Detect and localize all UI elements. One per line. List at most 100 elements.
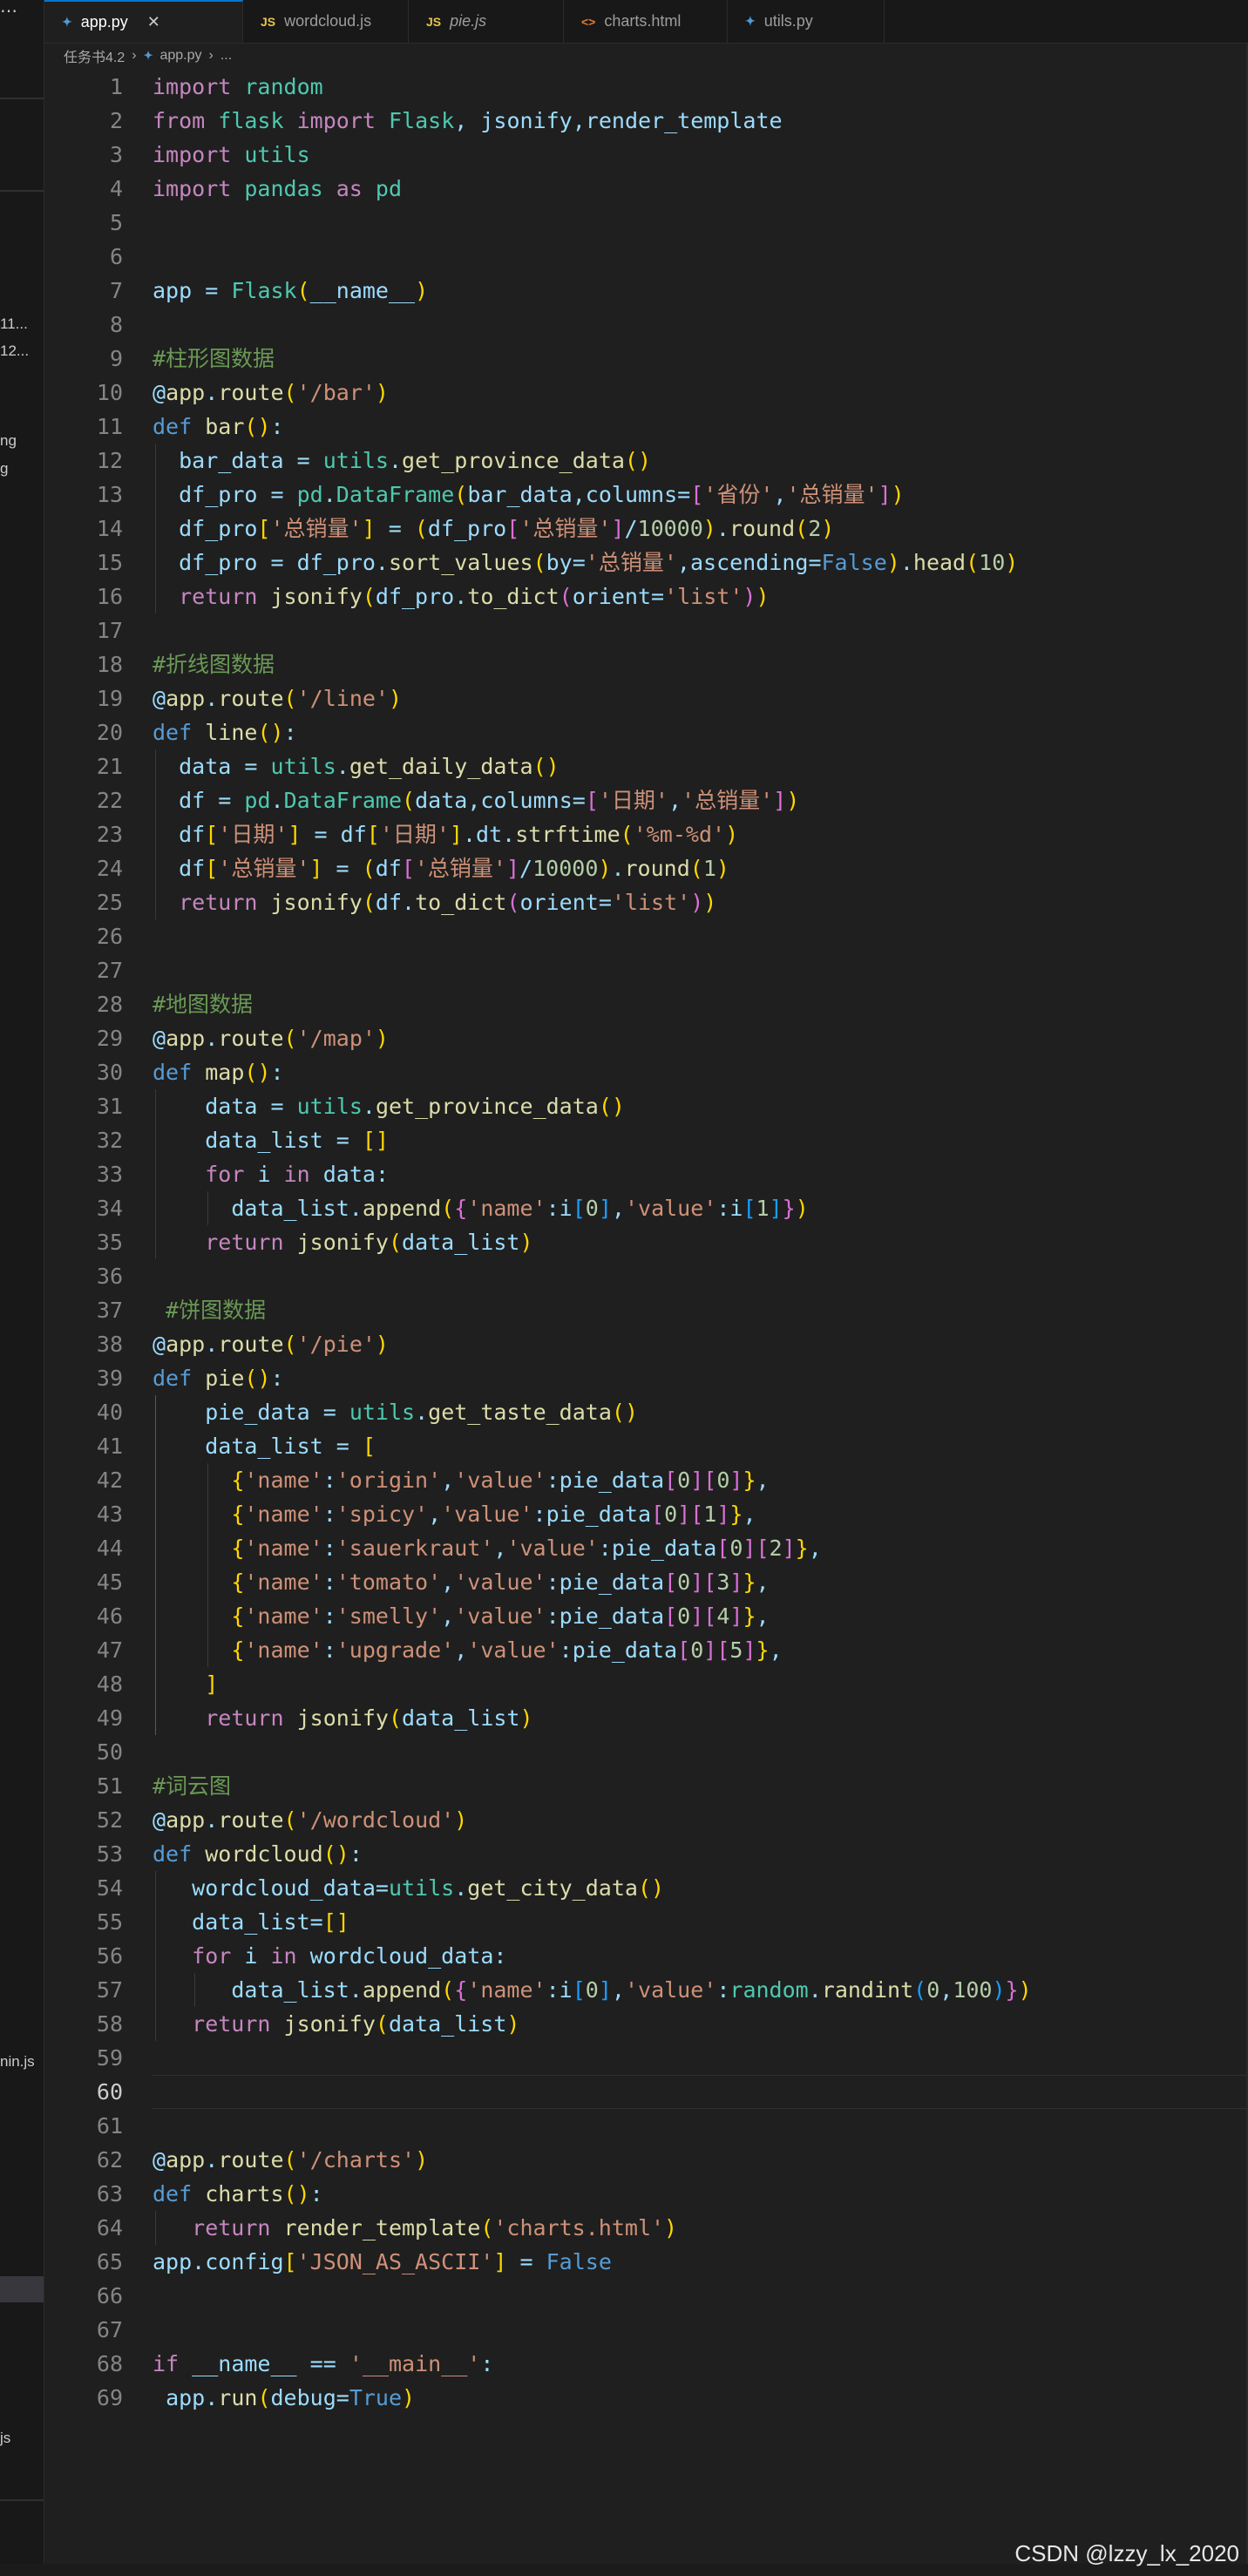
tab-app-py[interactable]: ✦ app.py ✕ bbox=[44, 0, 243, 43]
line-number: 18 bbox=[96, 652, 123, 677]
code-line[interactable]: #折线图数据 bbox=[153, 647, 275, 681]
code-line[interactable]: ] bbox=[153, 1667, 218, 1701]
close-icon[interactable]: ✕ bbox=[147, 13, 160, 31]
code-line[interactable]: def pie(): bbox=[153, 1361, 284, 1395]
line-number: 57 bbox=[96, 1977, 123, 2003]
sidebar-item[interactable]: ng bbox=[0, 432, 17, 450]
code-line[interactable]: data_list=[] bbox=[153, 1905, 349, 1939]
code-line[interactable]: import random bbox=[153, 70, 323, 104]
code-line[interactable]: {'name':'spicy','value':pie_data[0][1]}, bbox=[153, 1497, 756, 1531]
line-number: 62 bbox=[96, 2147, 123, 2173]
tab-pie-js[interactable]: JS pie.js bbox=[409, 0, 564, 43]
code-line[interactable]: df['总销量'] = (df['总销量']/10000).round(1) bbox=[153, 851, 729, 885]
code-line[interactable]: bar_data = utils.get_province_data() bbox=[153, 444, 651, 478]
line-number: 56 bbox=[96, 1943, 123, 1969]
code-line[interactable]: {'name':'smelly','value':pie_data[0][4]}… bbox=[153, 1599, 769, 1633]
code-line[interactable]: data = utils.get_province_data() bbox=[153, 1089, 625, 1123]
breadcrumb-folder[interactable]: 任务书4.2 bbox=[64, 45, 125, 66]
code-line[interactable]: wordcloud_data=utils.get_city_data() bbox=[153, 1871, 664, 1905]
line-number: 46 bbox=[96, 1603, 123, 1629]
code-line[interactable]: def bar(): bbox=[153, 410, 284, 444]
tab-wordcloud-js[interactable]: JS wordcloud.js bbox=[243, 0, 409, 43]
code-line[interactable]: df['日期'] = df['日期'].dt.strftime('%m-%d') bbox=[153, 817, 738, 851]
line-number: 36 bbox=[96, 1264, 123, 1289]
code-line[interactable]: data_list = [] bbox=[153, 1123, 389, 1157]
code-line[interactable]: #饼图数据 bbox=[153, 1293, 266, 1327]
code-line[interactable]: @app.route('/line') bbox=[153, 681, 402, 715]
code-line[interactable]: df_pro = df_pro.sort_values(by='总销量',asc… bbox=[153, 546, 1018, 580]
code-line[interactable]: @app.route('/charts') bbox=[153, 2143, 428, 2177]
code-line[interactable]: import pandas as pd bbox=[153, 172, 402, 206]
code-line[interactable]: import utils bbox=[153, 138, 310, 172]
code-line[interactable]: {'name':'sauerkraut','value':pie_data[0]… bbox=[153, 1531, 821, 1565]
line-number: 16 bbox=[96, 584, 123, 609]
line-number: 34 bbox=[96, 1196, 123, 1221]
line-number: 65 bbox=[96, 2249, 123, 2274]
code-line[interactable]: def map(): bbox=[153, 1055, 284, 1089]
code-line[interactable]: {'name':'origin','value':pie_data[0][0]}… bbox=[153, 1463, 769, 1497]
code-line[interactable]: {'name':'tomato','value':pie_data[0][3]}… bbox=[153, 1565, 769, 1599]
sidebar-selected-item[interactable] bbox=[0, 2276, 44, 2302]
code-line[interactable]: return jsonify(data_list) bbox=[153, 2007, 519, 2041]
code-line[interactable]: @app.route('/pie') bbox=[153, 1327, 389, 1361]
code-line[interactable]: data_list.append({'name':i[0],'value':i[… bbox=[153, 1191, 808, 1225]
code-line[interactable]: data = utils.get_daily_data() bbox=[153, 749, 560, 783]
line-number: 12 bbox=[96, 448, 123, 473]
code-line[interactable]: pie_data = utils.get_taste_data() bbox=[153, 1395, 638, 1429]
line-number: 25 bbox=[96, 890, 123, 915]
line-number: 10 bbox=[96, 380, 123, 405]
breadcrumb: 任务书4.2 › ✦ app.py › ... bbox=[44, 44, 1248, 68]
code-line[interactable]: def charts(): bbox=[153, 2177, 323, 2211]
code-line[interactable]: df_pro['总销量'] = (df_pro['总销量']/10000).ro… bbox=[153, 512, 834, 546]
code-line[interactable]: for i in wordcloud_data: bbox=[153, 1939, 506, 1973]
code-line[interactable]: df = pd.DataFrame(data,columns=['日期','总销… bbox=[153, 783, 799, 817]
code-line[interactable]: df_pro = pd.DataFrame(bar_data,columns=[… bbox=[153, 478, 905, 512]
code-line[interactable]: def line(): bbox=[153, 715, 297, 749]
code-line[interactable]: return jsonify(data_list) bbox=[153, 1225, 532, 1259]
code-line[interactable]: for i in data: bbox=[153, 1157, 389, 1191]
code-line[interactable]: return jsonify(data_list) bbox=[153, 1701, 532, 1735]
js-icon: JS bbox=[426, 14, 442, 29]
line-number: 59 bbox=[96, 2045, 123, 2071]
line-number: 31 bbox=[96, 1094, 123, 1119]
code-line[interactable]: #词云图 bbox=[153, 1769, 231, 1803]
sidebar-divider bbox=[0, 2499, 44, 2501]
code-line[interactable]: app.run(debug=True) bbox=[153, 2381, 415, 2415]
line-number: 60 bbox=[96, 2079, 123, 2105]
code-line[interactable]: from flask import Flask, jsonify,render_… bbox=[153, 104, 783, 138]
tab-utils-py[interactable]: ✦ utils.py bbox=[728, 0, 885, 43]
line-number: 39 bbox=[96, 1366, 123, 1391]
line-number: 63 bbox=[96, 2181, 123, 2207]
line-number: 67 bbox=[96, 2317, 123, 2342]
code-line[interactable]: #柱形图数据 bbox=[153, 342, 275, 376]
code-line[interactable]: def wordcloud(): bbox=[153, 1837, 363, 1871]
line-number: 64 bbox=[96, 2215, 123, 2240]
code-line[interactable]: data_list = [ bbox=[153, 1429, 376, 1463]
code-line[interactable]: {'name':'upgrade','value':pie_data[0][5]… bbox=[153, 1633, 782, 1667]
code-line[interactable]: return render_template('charts.html') bbox=[153, 2211, 677, 2245]
sidebar-item[interactable]: nin.js bbox=[0, 2053, 35, 2071]
code-line[interactable]: if __name__ == '__main__': bbox=[153, 2347, 493, 2381]
code-line[interactable]: return jsonify(df_pro.to_dict(orient='li… bbox=[153, 580, 769, 613]
line-number: 54 bbox=[96, 1875, 123, 1901]
line-number: 50 bbox=[96, 1739, 123, 1765]
code-line[interactable]: #地图数据 bbox=[153, 987, 253, 1021]
breadcrumb-file[interactable]: app.py bbox=[159, 48, 201, 64]
code-line[interactable]: data_list.append({'name':i[0],'value':ra… bbox=[153, 1973, 1031, 2007]
code-line[interactable]: @app.route('/wordcloud') bbox=[153, 1803, 467, 1837]
tab-charts-html[interactable]: <> charts.html bbox=[564, 0, 728, 43]
code-line[interactable]: app = Flask(__name__) bbox=[153, 274, 428, 308]
code-line[interactable]: @app.route('/bar') bbox=[153, 376, 389, 410]
breadcrumb-symbol[interactable]: ... bbox=[220, 48, 232, 64]
sidebar-item[interactable]: 12... bbox=[0, 342, 29, 360]
code-line[interactable]: return jsonify(df.to_dict(orient='list')… bbox=[153, 885, 716, 919]
explorer-sidebar[interactable]: ⋯ 11... 12... ng g nin.js js bbox=[0, 0, 44, 2576]
more-icon[interactable]: ⋯ bbox=[0, 0, 17, 22]
sidebar-item[interactable]: 11... bbox=[0, 315, 28, 333]
line-number: 22 bbox=[96, 788, 123, 813]
sidebar-item[interactable]: g bbox=[0, 460, 8, 478]
code-line[interactable]: app.config['JSON_AS_ASCII'] = False bbox=[153, 2245, 612, 2279]
code-line[interactable]: @app.route('/map') bbox=[153, 1021, 389, 1055]
sidebar-item[interactable]: js bbox=[0, 2430, 10, 2447]
line-number: 11 bbox=[96, 414, 123, 439]
